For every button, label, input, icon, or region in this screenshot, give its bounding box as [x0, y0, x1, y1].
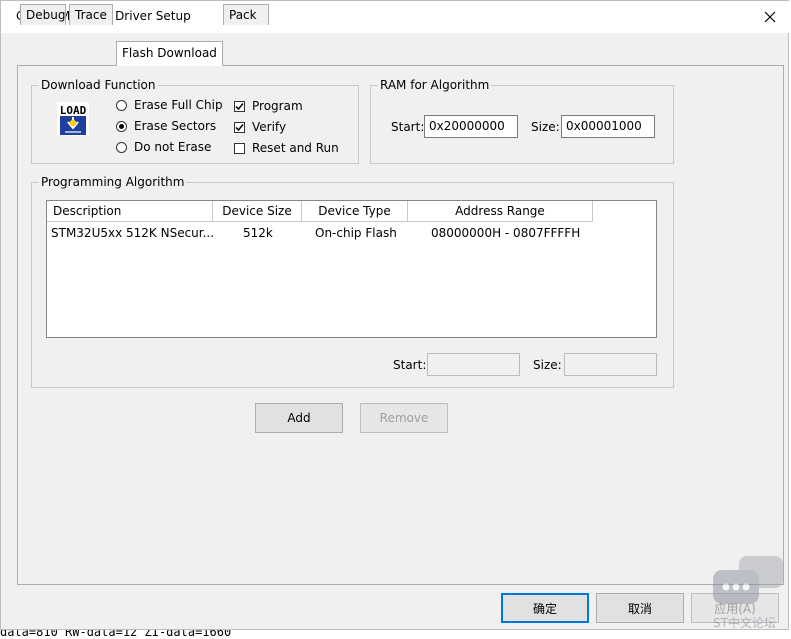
radio-erase-sectors[interactable]: Erase Sectors — [116, 119, 216, 133]
tab-trace[interactable]: Trace — [69, 4, 113, 25]
checkmark-icon — [235, 123, 244, 131]
tab-label: Trace — [75, 8, 107, 22]
chat-bubble-icon — [713, 556, 783, 604]
algorithm-size-label: Size: — [533, 358, 562, 372]
checkbox-box — [234, 142, 245, 154]
radio-label: Do not Erase — [134, 140, 212, 154]
download-function-title: Download Function — [39, 78, 158, 92]
add-button[interactable]: Add — [255, 403, 343, 433]
row-device-type: On-chip Flash — [315, 226, 397, 240]
column-header-description[interactable]: Description — [47, 201, 213, 222]
radio-label: Erase Sectors — [134, 119, 217, 133]
st-forum-watermark: ST中文论坛 — [709, 556, 785, 632]
algorithm-start-input[interactable] — [427, 353, 520, 376]
checkbox-reset-and-run[interactable]: Reset and Run — [234, 141, 339, 155]
watermark-text: ST中文论坛 — [713, 616, 776, 630]
checkbox-verify[interactable]: Verify — [234, 120, 286, 134]
checkbox-box — [234, 121, 245, 133]
column-header-address-range[interactable]: Address Range — [408, 201, 593, 222]
row-device-size: 512k — [243, 226, 273, 240]
close-button[interactable] — [756, 3, 784, 31]
tab-label: Debug — [26, 8, 66, 22]
title-bar: Cortex-M Target Driver Setup — [1, 1, 790, 33]
row-description: STM32U5xx 512K NSecur... — [51, 226, 215, 240]
checkbox-box — [234, 100, 245, 112]
programming-algorithm-title: Programming Algorithm — [39, 175, 187, 189]
target-driver-setup-dialog: Cortex-M Target Driver Setup Debug Trace… — [0, 0, 790, 630]
checkbox-label: Reset and Run — [252, 141, 339, 155]
radio-indicator — [116, 99, 127, 111]
ram-size-label: Size: — [531, 120, 560, 134]
column-header-device-size[interactable]: Device Size — [213, 201, 302, 222]
tab-flash-download[interactable]: Flash Download — [116, 41, 223, 66]
radio-label: Erase Full Chip — [134, 98, 223, 112]
list-header: Description Device Size Device Type Addr… — [47, 201, 656, 222]
checkbox-program[interactable]: Program — [234, 99, 303, 113]
tab-debug[interactable]: Debug — [20, 4, 66, 25]
radio-erase-full-chip[interactable]: Erase Full Chip — [116, 98, 223, 112]
ok-button[interactable]: 确定 — [501, 593, 589, 623]
radio-indicator — [116, 120, 127, 132]
column-header-device-type[interactable]: Device Type — [302, 201, 408, 222]
checkmark-icon — [235, 102, 244, 110]
ram-size-input[interactable]: 0x00001000 — [561, 115, 655, 138]
remove-button[interactable]: Remove — [360, 403, 448, 433]
ram-start-label: Start: — [391, 120, 425, 134]
tab-pack[interactable]: Pack — [223, 4, 269, 25]
svg-text:LOAD: LOAD — [60, 104, 87, 117]
checkbox-label: Verify — [252, 120, 287, 134]
ram-start-input[interactable]: 0x20000000 — [424, 115, 518, 138]
algorithm-list[interactable]: Description Device Size Device Type Addr… — [46, 200, 657, 338]
load-icon: LOAD — [57, 102, 89, 136]
algorithm-start-label: Start: — [393, 358, 427, 372]
table-row[interactable]: STM32U5xx 512K NSecur... 512k On-chip Fl… — [47, 224, 656, 244]
ram-for-algorithm-title: RAM for Algorithm — [378, 78, 492, 92]
algorithm-size-input[interactable] — [564, 353, 657, 376]
radio-do-not-erase[interactable]: Do not Erase — [116, 140, 211, 154]
radio-indicator — [116, 141, 127, 153]
tab-label: Pack — [229, 8, 257, 22]
cancel-button[interactable]: 取消 — [596, 593, 684, 623]
close-icon — [764, 11, 776, 23]
checkbox-label: Program — [252, 99, 303, 113]
tab-label: Flash Download — [122, 46, 217, 60]
row-address-range: 08000000H - 0807FFFFH — [431, 226, 581, 240]
